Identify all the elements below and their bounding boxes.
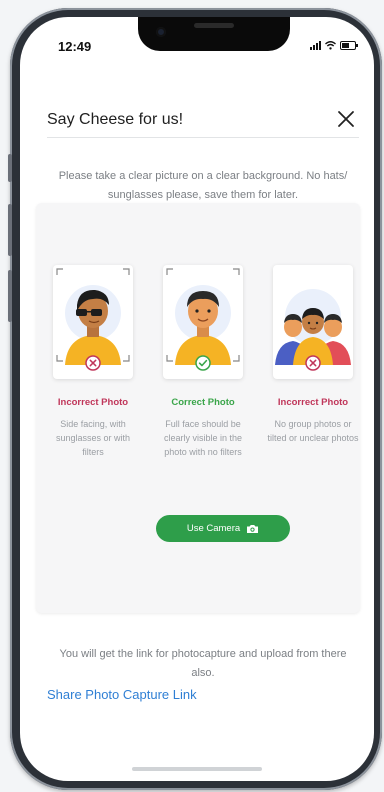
status-time: 12:49	[58, 39, 92, 54]
example-card-correct	[163, 265, 243, 379]
close-icon[interactable]	[336, 109, 356, 129]
wifi-icon	[325, 41, 336, 50]
link-note-text: You will get the link for photocapture a…	[59, 648, 347, 679]
example-label: Incorrect Photo	[57, 397, 129, 408]
status-icons	[310, 41, 358, 50]
example-description: Full face should be clearly visible in t…	[163, 419, 243, 457]
battery-icon	[340, 41, 358, 50]
camera-icon	[247, 524, 259, 533]
volume-up-button	[8, 204, 12, 256]
share-photo-capture-link[interactable]: Share Photo Capture Link	[47, 687, 197, 702]
front-camera	[156, 27, 166, 37]
notch	[138, 17, 290, 51]
use-camera-label: Use Camera	[186, 523, 241, 534]
check-icon	[195, 355, 211, 371]
phone-screen: 12:49 Say Cheese for us! Please take a c…	[20, 17, 374, 781]
photo-guidelines-panel: Incorrect Photo Side facing, with sungla…	[36, 203, 360, 613]
use-camera-button[interactable]: Use Camera	[156, 515, 290, 542]
example-card-incorrect-sunglasses	[53, 265, 133, 379]
speaker	[194, 23, 234, 28]
example-label: Correct Photo	[171, 397, 235, 408]
example-label: Incorrect Photo	[277, 397, 349, 408]
cross-icon	[305, 355, 321, 371]
mute-switch	[8, 154, 12, 182]
header-divider	[47, 137, 359, 138]
volume-down-button	[8, 270, 12, 322]
example-card-incorrect-group	[273, 265, 353, 379]
instructions-text: Please take a clear picture on a clear b…	[58, 170, 348, 201]
example-description: No group photos or tilted or unclear pho…	[267, 419, 359, 443]
signal-icon	[310, 41, 321, 50]
page-title: Say Cheese for us!	[47, 111, 184, 128]
home-indicator	[132, 767, 262, 771]
example-description: Side facing, with sunglasses or with fil…	[55, 419, 131, 457]
cross-icon	[85, 355, 101, 371]
